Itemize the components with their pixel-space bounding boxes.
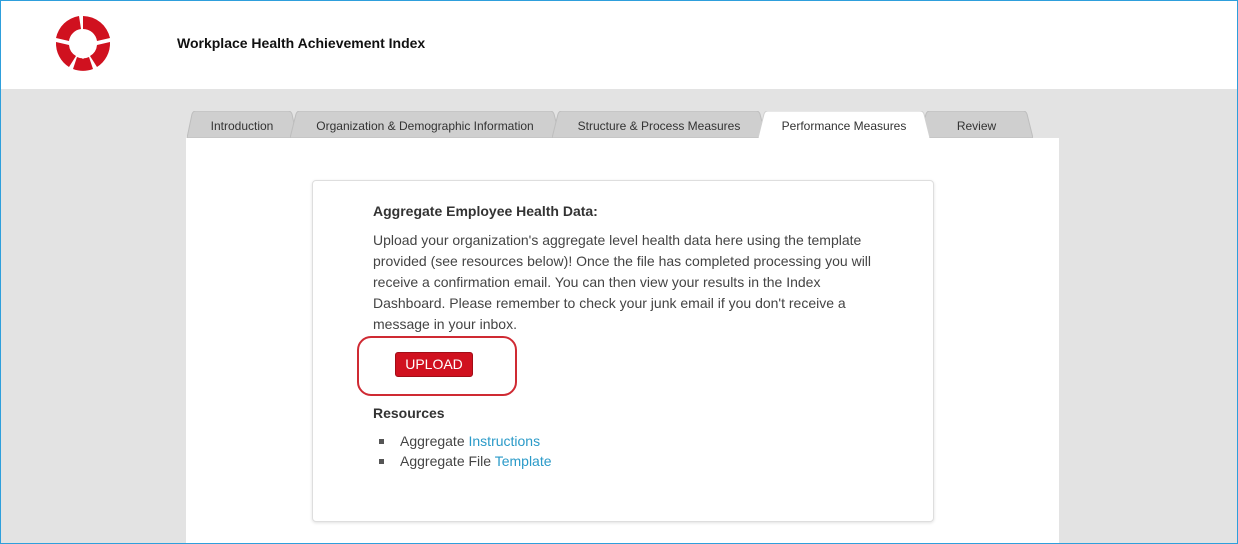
tab-review[interactable]: Review [920,111,1033,138]
tab-structure-process-label: Structure & Process Measures [577,119,741,133]
content-panel: Aggregate Employee Health Data: Upload y… [186,138,1059,543]
tab-organization-demographic[interactable]: Organization & Demographic Information [290,111,560,138]
list-item: Aggregate File Template [373,451,552,471]
upload-description: Upload your organization's aggregate lev… [373,232,872,332]
tab-introduction-label: Introduction [210,119,274,133]
upload-button[interactable]: UPLOAD [395,352,473,377]
app-title: Workplace Health Achievement Index [177,35,426,51]
list-item: Aggregate Instructions [373,431,552,451]
tab-performance-measures[interactable]: Performance Measures [758,111,930,138]
tab-review-label: Review [956,119,997,133]
tab-performance-measures-label: Performance Measures [781,119,907,133]
tab-organization-demographic-label: Organization & Demographic Information [316,119,534,133]
upload-card: Aggregate Employee Health Data: Upload y… [312,180,934,522]
section-heading: Aggregate Employee Health Data: [373,203,598,219]
page-body: Introduction Organization & Demographic … [1,89,1237,543]
resources-heading: Resources [373,405,445,421]
tab-introduction[interactable]: Introduction [187,111,297,138]
header: Workplace Health Achievement Index [1,1,1237,89]
bullet-icon [379,438,384,444]
heart-logo-icon [53,14,113,74]
instructions-link[interactable]: Instructions [469,433,541,449]
resource-prefix: Aggregate File [400,453,492,469]
tab-structure-process[interactable]: Structure & Process Measures [552,111,766,138]
template-link[interactable]: Template [495,453,552,469]
resource-list: Aggregate Instructions Aggregate File Te… [373,431,552,471]
bullet-icon [379,458,384,464]
resource-prefix: Aggregate [400,433,465,449]
app-window: Workplace Health Achievement Index Intro… [0,0,1238,544]
